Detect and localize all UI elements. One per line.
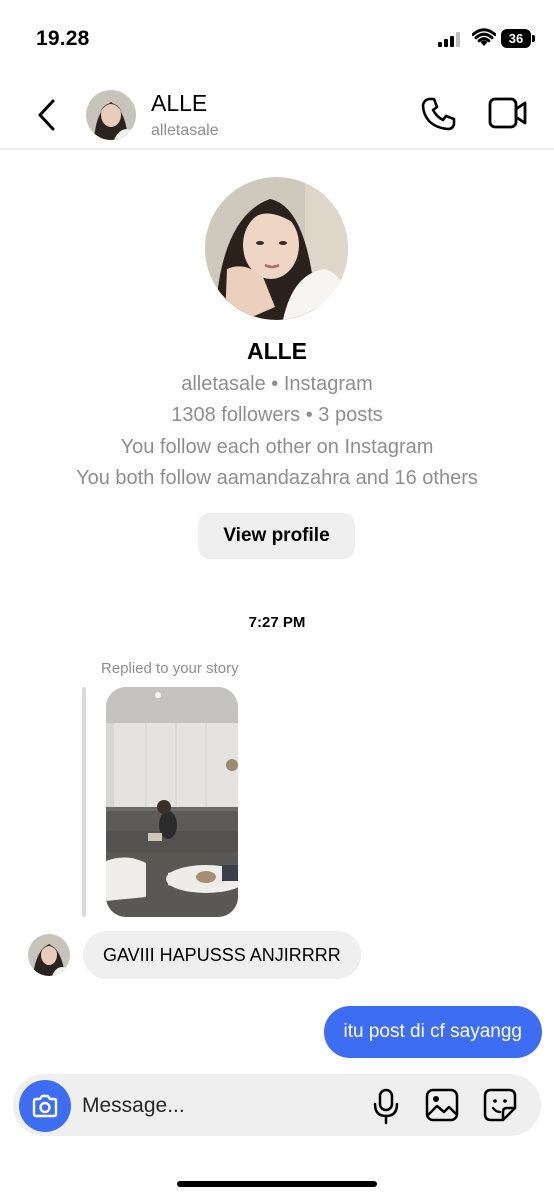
sticker-button[interactable] xyxy=(482,1087,518,1123)
message-input[interactable] xyxy=(82,1091,352,1121)
profile-avatar[interactable] xyxy=(205,177,348,320)
chevron-left-icon xyxy=(38,99,55,131)
header-divider xyxy=(0,148,554,150)
voice-message-button[interactable] xyxy=(370,1087,402,1125)
profile-name: ALLE xyxy=(246,338,308,364)
phone-icon xyxy=(421,97,456,131)
sender-avatar[interactable] xyxy=(28,934,70,976)
back-button[interactable] xyxy=(30,95,64,135)
chat-title[interactable]: ALLE xyxy=(151,90,207,117)
incoming-message-bubble[interactable]: GAVIII HAPUSSS ANJIRRRR xyxy=(83,931,361,979)
signal-strength-icon xyxy=(438,31,460,47)
home-indicator[interactable] xyxy=(177,1181,377,1187)
battery-tip xyxy=(532,35,535,42)
video-call-button[interactable] xyxy=(487,94,529,132)
outgoing-message-bubble[interactable]: itu post di cf sayangg xyxy=(323,1006,542,1058)
header-avatar[interactable] xyxy=(86,90,136,140)
call-button[interactable] xyxy=(420,95,458,133)
story-reply-label: Replied to your story xyxy=(101,660,239,677)
chat-username[interactable]: alletasale xyxy=(151,122,219,140)
mutual-friends-text: You both follow aamandazahra and 16 othe… xyxy=(76,467,478,489)
story-thumbnail[interactable] xyxy=(106,687,238,917)
mutual-follow-text: You follow each other on Instagram xyxy=(120,436,434,458)
video-camera-icon xyxy=(488,97,527,129)
reply-indicator-bar xyxy=(82,687,86,917)
camera-icon xyxy=(32,1094,58,1118)
sticker-icon xyxy=(483,1088,517,1122)
profile-handle: alletasale • Instagram xyxy=(181,373,373,395)
battery-indicator: 36 xyxy=(501,29,531,48)
image-icon xyxy=(425,1088,459,1122)
profile-stats: 1308 followers • 3 posts xyxy=(171,404,383,426)
microphone-icon xyxy=(373,1088,399,1125)
status-time: 19.28 xyxy=(36,27,90,50)
wifi-icon xyxy=(472,28,496,46)
gallery-button[interactable] xyxy=(424,1087,460,1123)
message-timestamp: 7:27 PM xyxy=(248,614,306,631)
camera-button[interactable] xyxy=(19,1080,71,1132)
view-profile-button[interactable]: View profile xyxy=(198,513,355,559)
